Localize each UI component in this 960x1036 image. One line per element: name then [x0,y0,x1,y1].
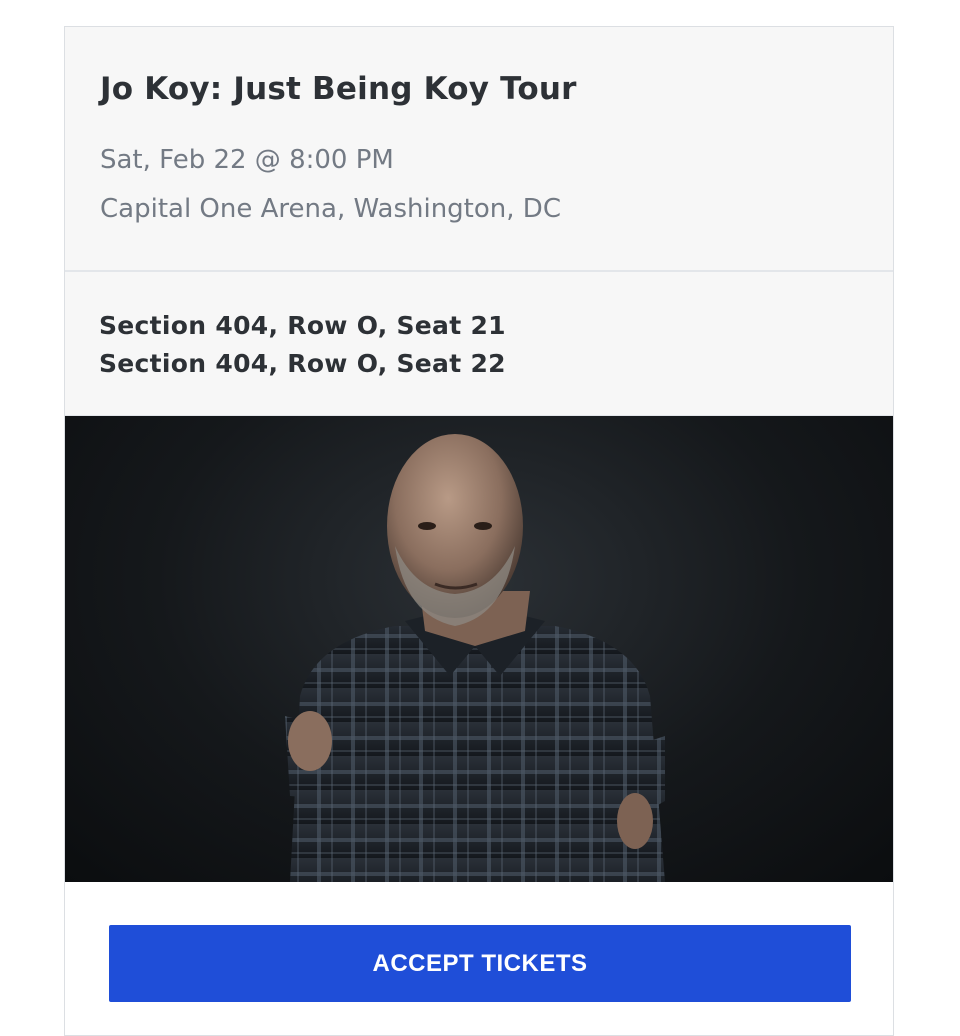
ticket-transfer-card: Jo Koy: Just Being Koy Tour Sat, Feb 22 … [64,26,894,1036]
seat-item: Section 404, Row O, Seat 22 [99,349,506,378]
seat-item: Section 404, Row O, Seat 21 [99,311,506,340]
performer-photo [65,416,893,882]
event-date: Sat, Feb 22 @ 8:00 PM [100,145,394,175]
event-title: Jo Koy: Just Being Koy Tour [100,71,577,107]
event-header: Jo Koy: Just Being Koy Tour Sat, Feb 22 … [65,27,893,272]
accept-tickets-button[interactable]: ACCEPT TICKETS [109,925,851,1002]
performer-photo-illustration [285,434,665,882]
event-venue: Capital One Arena, Washington, DC [100,194,561,224]
seat-list: Section 404, Row O, Seat 21 Section 404,… [65,272,893,416]
